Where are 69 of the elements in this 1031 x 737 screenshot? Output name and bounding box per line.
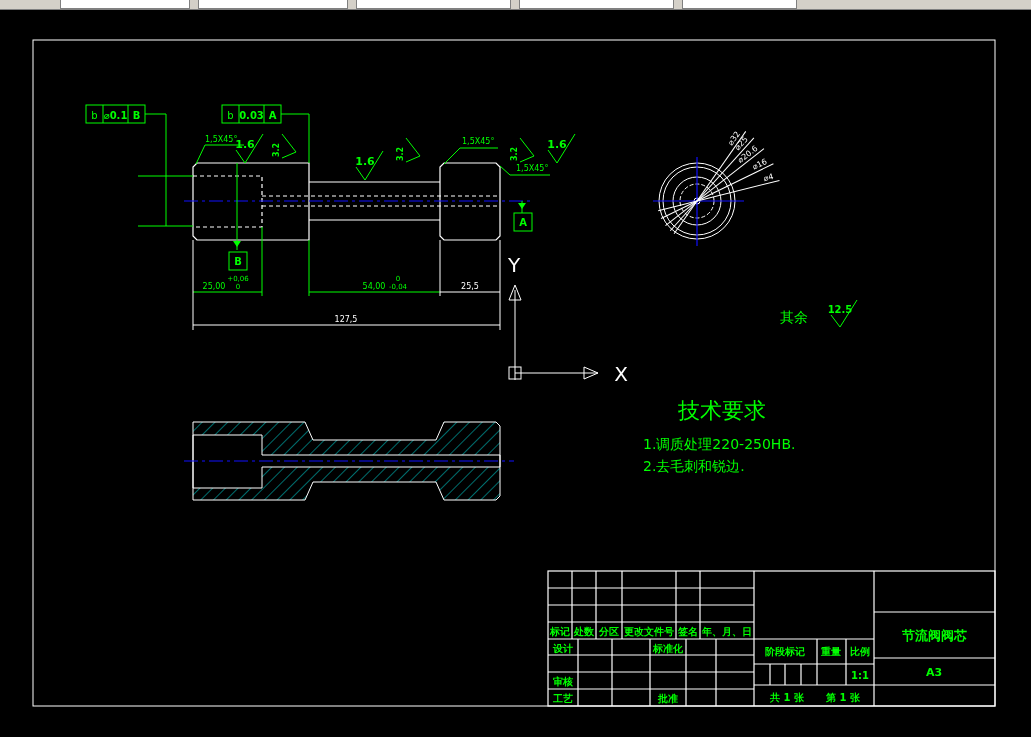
scale-value: 1:1: [851, 670, 869, 681]
roughness-symbol-icon: [519, 137, 535, 163]
tolerance-value: B: [132, 109, 141, 121]
title-block-label: 年、月、日: [702, 626, 752, 637]
ucs-axes-icon: [508, 284, 599, 381]
requirement-text: 1.调质处理220-250HB.: [643, 436, 796, 452]
dropdown[interactable]: [198, 0, 348, 9]
title-block-label: 设计: [553, 643, 573, 654]
sheet-number: 第 1 张: [826, 692, 860, 703]
chamfer-label: 1,5X45°: [462, 137, 495, 146]
title-block-label: 标记: [550, 626, 570, 637]
roughness-value: 1.6: [355, 155, 375, 168]
leader-line: [280, 113, 310, 164]
dimension-value: 25,5: [461, 282, 479, 291]
roughness-symbol-icon: [405, 137, 421, 163]
tolerance-value: b: [227, 109, 234, 121]
tolerance-value: A: [268, 109, 277, 121]
datum-label: B: [234, 256, 242, 267]
roughness-symbol-icon: [547, 133, 576, 164]
requirements-title: 技术要求: [678, 398, 766, 423]
tolerance-value: 0.03: [239, 109, 264, 121]
title-block-label: 审核: [553, 676, 573, 687]
title-block-label: 签名: [678, 626, 698, 637]
title-block-label: 阶段标记: [765, 646, 805, 657]
dropdown[interactable]: [682, 0, 797, 9]
title-block-label: 工艺: [553, 693, 573, 704]
leader-line: [521, 200, 523, 214]
y-axis-label: Y: [507, 253, 521, 277]
roughness-symbol-icon: [235, 133, 264, 164]
roughness-value: 1.6: [547, 138, 567, 151]
title-block-label: 标准化: [653, 643, 683, 654]
x-axis-label: X: [614, 362, 628, 386]
roughness-value: 3.2: [396, 146, 405, 162]
dropdown[interactable]: [60, 0, 190, 9]
tolerance-frame: [221, 104, 282, 124]
diameter-label: ⌀4: [762, 171, 775, 184]
title-block-label: 更改文件号: [624, 626, 674, 637]
roughness-value: 1.6: [235, 138, 255, 151]
roughness-value: 12.5: [827, 304, 853, 315]
datum-frame: [228, 251, 248, 271]
roughness-value: 3.2: [510, 146, 519, 162]
tolerance-value: ⌀0.1: [103, 109, 128, 121]
sheet-count: 共 1 张: [770, 692, 804, 703]
datum-triangle-icon: [233, 241, 241, 247]
dropdown[interactable]: [519, 0, 674, 9]
datum-label: A: [519, 217, 527, 228]
title-block-label: 处数: [574, 626, 594, 637]
sheet-size: A3: [925, 666, 943, 679]
title-block-label: 批准: [658, 693, 678, 704]
requirement-text: 2.去毛刺和锐边.: [643, 458, 745, 474]
dimension-value: 127,5: [334, 315, 358, 324]
dimension-value: 25,00: [202, 282, 226, 291]
dropdown[interactable]: [356, 0, 511, 9]
datum-frame: [513, 212, 533, 232]
roughness-symbol-icon: [830, 299, 858, 328]
title-block-label: 比例: [850, 646, 870, 657]
tolerance-frame: [85, 104, 146, 124]
title-block-label: 重量: [821, 646, 841, 657]
part-name: 节流阀阀芯: [901, 628, 967, 643]
roughness-value: 3.2: [272, 142, 281, 158]
roughness-symbol-icon: [355, 150, 384, 181]
roughness-symbol-icon: [281, 133, 297, 159]
datum-triangle-icon: [518, 203, 526, 209]
dimension-value: 54,00: [362, 282, 386, 291]
title-block-label: 分区: [599, 626, 619, 637]
other-surfaces-label: 其余: [780, 309, 808, 325]
tolerance-value: b: [91, 109, 98, 121]
chamfer-label: 1,5X45°: [205, 135, 238, 144]
chamfer-label: 1,5X45°: [516, 164, 549, 173]
